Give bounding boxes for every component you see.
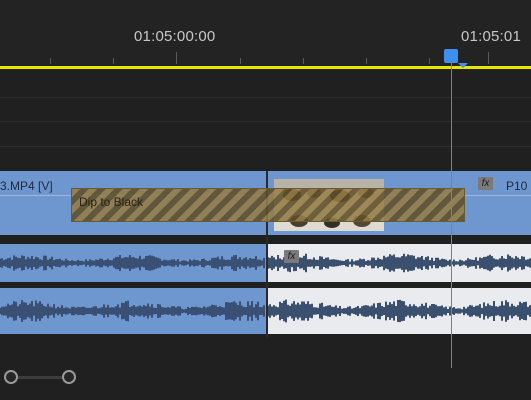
ruler-minor-tick <box>303 58 304 64</box>
audio-waveform <box>268 299 531 323</box>
ruler-minor-tick <box>366 58 367 64</box>
audio-clip-b1[interactable]: fx <box>268 244 531 282</box>
video-clip-b-label: P10 <box>506 179 528 193</box>
scroll-handle-icon[interactable] <box>62 370 76 384</box>
timecode-label-2: 01:05:01 <box>461 28 521 45</box>
audio-clip-a1[interactable] <box>0 244 266 282</box>
scroll-handle-icon[interactable] <box>4 370 18 384</box>
timeline-panel[interactable]: 01:05:00:00 01:05:01 3.MP4 [V] P10 fx Di… <box>0 0 531 400</box>
ruler-major-tick <box>488 52 489 64</box>
fx-icon[interactable]: fx <box>284 250 299 263</box>
ruler-minor-tick <box>113 58 114 64</box>
audio-waveform <box>0 300 265 322</box>
ruler-minor-tick <box>429 58 430 64</box>
video-clip-a-label: 3.MP4 [V] <box>0 179 53 193</box>
ruler-minor-tick <box>240 58 241 64</box>
audio-clip-b2[interactable] <box>268 288 531 334</box>
playhead-icon[interactable] <box>444 49 470 69</box>
ruler-minor-tick <box>50 58 51 64</box>
zoom-scrollbar[interactable] <box>10 376 70 379</box>
fx-icon[interactable]: fx <box>478 177 493 190</box>
timecode-label-1: 01:05:00:00 <box>134 28 216 45</box>
playhead-line[interactable] <box>451 58 452 368</box>
audio-clip-a2[interactable] <box>0 288 266 334</box>
audio-waveform <box>268 253 531 273</box>
audio-waveform <box>0 255 265 271</box>
transition-dip-to-black[interactable]: Dip to Black <box>71 188 465 222</box>
transition-label: Dip to Black <box>79 195 144 209</box>
ruler-major-tick <box>176 52 177 64</box>
